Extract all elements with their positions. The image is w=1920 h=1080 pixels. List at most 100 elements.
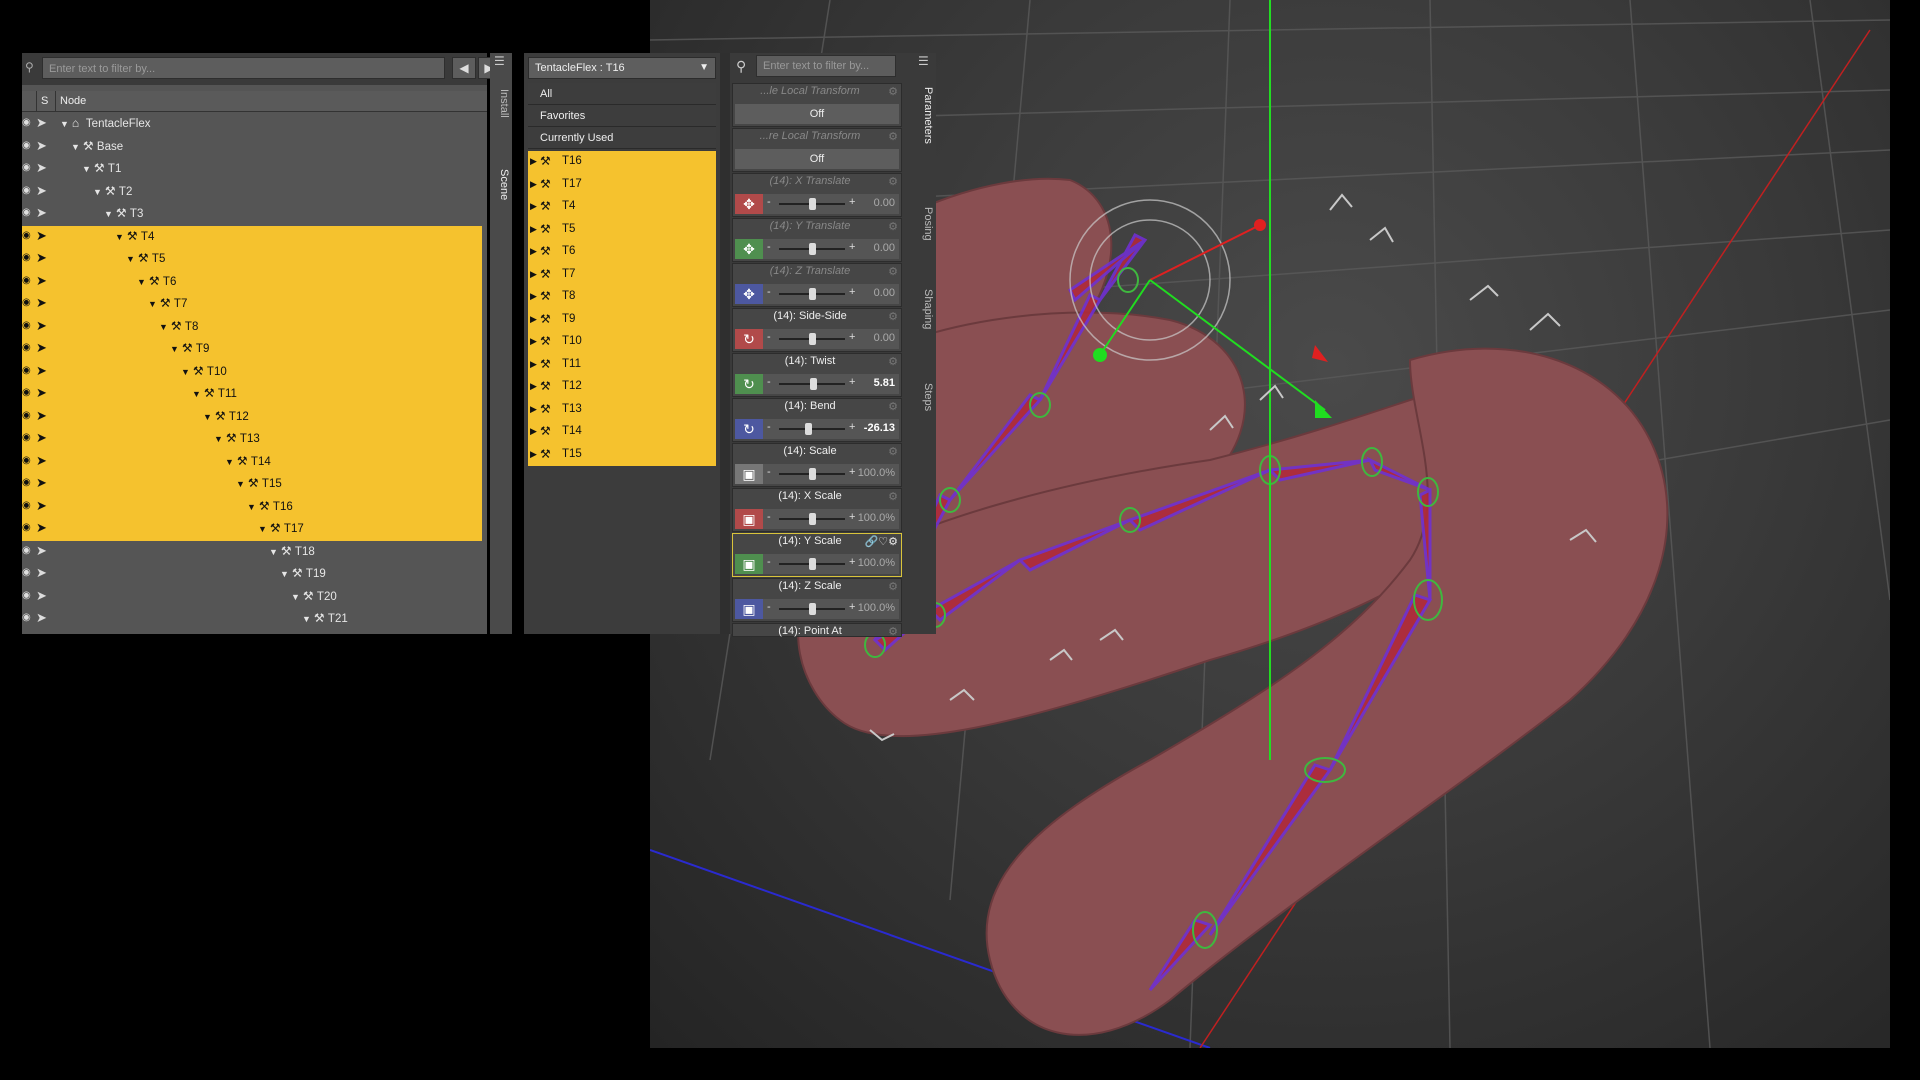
slider-knob[interactable] (805, 423, 813, 435)
bone-list-item[interactable]: ▶ ⚒ T10 (528, 331, 716, 354)
tree-row[interactable]: ◉ ➤ ▼ ⚒ T18 (22, 541, 482, 564)
gear-icon[interactable]: ⚙ (888, 175, 898, 188)
minus-icon[interactable]: - (767, 601, 771, 613)
bone-list-item[interactable]: ▶ ⚒ T7 (528, 264, 716, 287)
selectable-icon[interactable]: ➤ (36, 386, 47, 400)
tree-row[interactable]: ◉ ➤ ▼ ⚒ T10 (22, 360, 482, 383)
slider-knob[interactable] (809, 333, 816, 345)
selectable-icon[interactable]: ➤ (36, 116, 47, 130)
visibility-icon[interactable]: ◉ (22, 523, 32, 533)
minus-icon[interactable]: - (767, 421, 771, 433)
expand-icon[interactable]: ▶ (530, 336, 537, 347)
param-widget[interactable]: (14): Bend ⚙ ↻ - + -26.13 (732, 398, 902, 442)
visibility-icon[interactable]: ◉ (22, 433, 32, 443)
tree-row[interactable]: ◉ ➤ ▼ ⚒ Base (22, 136, 482, 159)
expand-icon[interactable]: ▼ (71, 142, 80, 152)
selectable-icon[interactable]: ➤ (36, 543, 47, 558)
bone-list-item[interactable]: ▶ ⚒ T11 (528, 354, 716, 377)
minus-icon[interactable]: - (767, 286, 771, 298)
expand-icon[interactable]: ▶ (530, 224, 537, 235)
expand-icon[interactable]: ▶ (530, 201, 537, 212)
bone-list-item[interactable]: ▶ ⚒ T14 (528, 421, 716, 444)
expand-icon[interactable]: ▼ (269, 547, 278, 557)
visibility-icon[interactable]: ◉ (22, 163, 32, 173)
slider-knob[interactable] (809, 288, 816, 300)
bone-list-item[interactable]: ▶ ⚒ T13 (528, 399, 716, 422)
tab-scene[interactable]: Scene (492, 169, 510, 200)
slider-knob[interactable] (810, 378, 818, 390)
expand-icon[interactable]: ▼ (258, 524, 267, 534)
expand-icon[interactable]: ▶ (530, 449, 537, 460)
minus-icon[interactable]: - (767, 196, 771, 208)
param-slider[interactable]: ▣ - +100.0% (735, 599, 899, 619)
plus-icon[interactable]: + (849, 556, 855, 568)
minus-icon[interactable]: - (767, 511, 771, 523)
param-slider[interactable]: ✥ - +0.00 (735, 239, 899, 259)
plus-icon[interactable]: + (849, 286, 855, 298)
tree-row[interactable]: ◉ ➤ ▼ ⚒ T3 (22, 203, 482, 226)
visibility-icon[interactable]: ◉ (22, 118, 32, 128)
param-slider[interactable]: ↻ - +5.81 (735, 374, 899, 394)
visibility-icon[interactable]: ◉ (22, 185, 32, 196)
param-widget[interactable]: (14): Z Translate ⚙ ✥ - +0.00 (732, 263, 902, 307)
visibility-icon[interactable]: ◉ (22, 208, 32, 218)
param-value[interactable]: 0.00 (874, 332, 895, 344)
visibility-icon[interactable]: ◉ (22, 253, 32, 263)
gear-icon[interactable]: ⚙ (888, 400, 898, 413)
tree-row[interactable]: ◉ ➤ ▼ ⚒ T8 (22, 315, 482, 338)
menu-icon[interactable]: ☰ (918, 55, 932, 69)
param-filter-input[interactable]: Enter text to filter by... (756, 55, 896, 77)
expand-icon[interactable]: ▶ (530, 381, 537, 392)
expand-icon[interactable]: ▶ (530, 246, 537, 257)
visibility-icon[interactable]: ◉ (22, 590, 32, 601)
prev-button[interactable]: ◀ (452, 57, 476, 79)
tree-row[interactable]: ◉ ➤ ▼ ⚒ T4 (22, 225, 482, 248)
param-value[interactable]: 5.81 (874, 377, 895, 389)
expand-icon[interactable]: ▶ (530, 314, 537, 325)
minus-icon[interactable]: - (767, 241, 771, 253)
slider-knob[interactable] (809, 243, 816, 255)
plus-icon[interactable]: + (849, 421, 855, 433)
expand-icon[interactable]: ▼ (302, 614, 311, 624)
gear-icon[interactable]: ⚙ (888, 445, 898, 458)
tree-row[interactable]: ◉ ➤ ▼ ⚒ T11 (22, 383, 482, 406)
plus-icon[interactable]: + (849, 331, 855, 343)
expand-icon[interactable]: ▼ (170, 344, 179, 354)
selectable-icon[interactable]: ➤ (36, 138, 47, 153)
panel-splitter[interactable] (720, 53, 730, 634)
visibility-icon[interactable]: ◉ (22, 500, 32, 511)
param-widget[interactable]: (14): Scale ⚙ ▣ - +100.0% (732, 443, 902, 487)
expand-icon[interactable]: ▶ (530, 179, 537, 190)
tree-row[interactable]: ◉ ➤ ▼ ⚒ T12 (22, 405, 482, 428)
plus-icon[interactable]: + (849, 376, 855, 388)
param-value[interactable]: -26.13 (864, 422, 895, 434)
slider-knob[interactable] (809, 558, 816, 570)
param-value[interactable]: 0.00 (874, 197, 895, 209)
param-widget[interactable]: (14): X Translate ⚙ ✥ - +0.00 (732, 173, 902, 217)
selectable-icon[interactable]: ➤ (36, 476, 47, 490)
expand-icon[interactable]: ▼ (93, 187, 102, 197)
selectable-icon[interactable]: ➤ (36, 453, 47, 468)
slider-knob[interactable] (809, 513, 816, 525)
visibility-icon[interactable]: ◉ (22, 365, 32, 376)
tree-row[interactable]: ◉ ➤ ▼ ⚒ T5 (22, 248, 482, 271)
tree-row[interactable]: ◉ ➤ ▼ ⚒ T15 (22, 473, 482, 496)
param-value[interactable]: 0.00 (874, 287, 895, 299)
tree-row[interactable]: ◉ ➤ ▼ ⚒ T19 (22, 563, 482, 586)
selectable-icon[interactable]: ➤ (36, 498, 47, 513)
param-value[interactable]: 0.00 (874, 242, 895, 254)
expand-icon[interactable]: ▼ (104, 209, 113, 219)
visibility-icon[interactable]: ◉ (22, 410, 32, 421)
bone-list-item[interactable]: ▶ ⚒ T9 (528, 309, 716, 332)
param-value[interactable]: 100.0% (858, 557, 895, 569)
expand-icon[interactable]: ▼ (60, 119, 69, 129)
selectable-icon[interactable]: ➤ (36, 521, 47, 535)
selectable-icon[interactable]: ➤ (36, 318, 47, 333)
expand-icon[interactable]: ▶ (530, 404, 537, 415)
visibility-icon[interactable]: ◉ (22, 455, 32, 466)
visibility-icon[interactable]: ◉ (22, 298, 32, 308)
param-slider[interactable]: ✥ - +0.00 (735, 194, 899, 214)
expand-icon[interactable]: ▼ (214, 434, 223, 444)
plus-icon[interactable]: + (849, 511, 855, 523)
expand-icon[interactable]: ▶ (530, 156, 537, 167)
